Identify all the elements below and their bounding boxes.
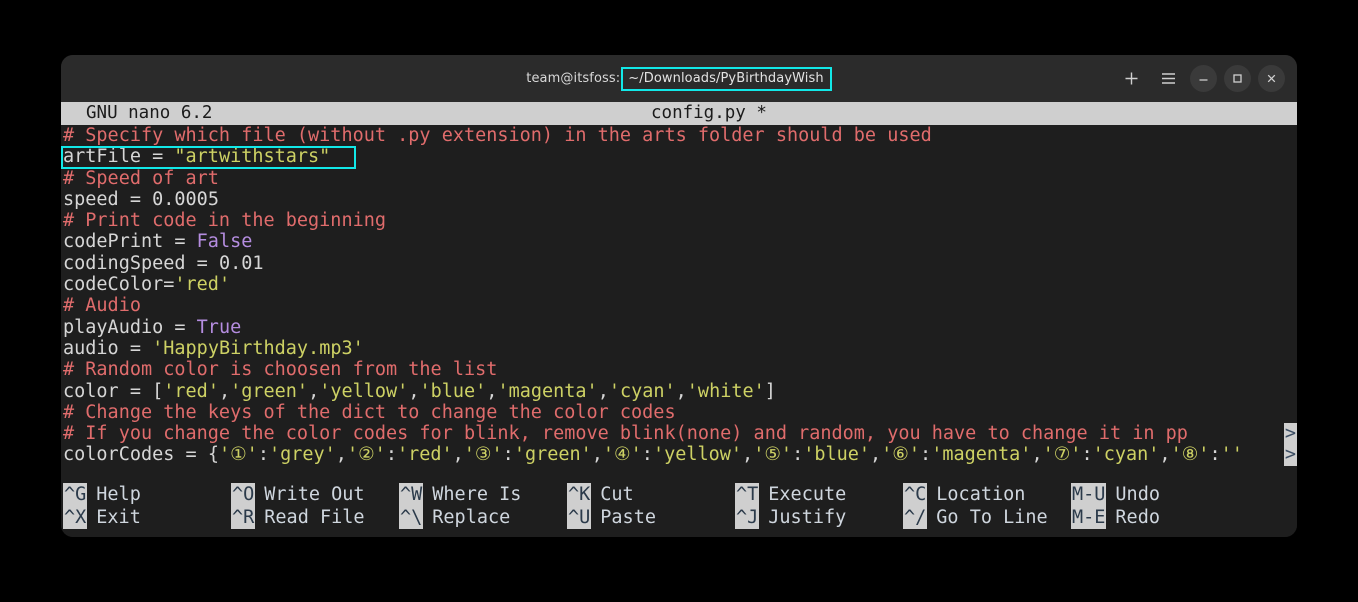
shortcut-key: ^O xyxy=(231,483,255,506)
shortcut-key: ^U xyxy=(567,506,591,529)
shortcut-read-file[interactable]: ^R Read File xyxy=(231,506,399,529)
shortcut-label: Help xyxy=(96,483,141,506)
shortcut-label: Redo xyxy=(1115,506,1160,529)
hamburger-menu-icon[interactable] xyxy=(1153,64,1183,94)
code-line[interactable]: # Change the keys of the dict to change … xyxy=(61,402,1297,423)
shortcut-location[interactable]: ^C Location xyxy=(903,483,1071,506)
shortcut-key: ^T xyxy=(735,483,759,506)
minimize-icon[interactable] xyxy=(1190,65,1217,92)
window-controls xyxy=(1116,55,1285,102)
editor-area[interactable]: # Specify which file (without .py extens… xyxy=(61,125,1297,481)
code-line[interactable]: # If you change the color codes for blin… xyxy=(61,423,1297,444)
nano-header-bar: GNU nano 6.2 config.py * xyxy=(61,102,1297,125)
window-titlebar: team@itsfoss: ~/Downloads/PyBirthdayWish xyxy=(61,55,1297,102)
code-line[interactable]: codingSpeed = 0.01 xyxy=(61,253,1297,274)
shortcut-label: Where Is xyxy=(432,483,521,506)
maximize-icon[interactable] xyxy=(1224,65,1251,92)
code-line[interactable]: playAudio = True xyxy=(61,317,1297,338)
nano-version-label: GNU nano 6.2 xyxy=(86,102,212,125)
terminal-window: team@itsfoss: ~/Downloads/PyBirthdayWish xyxy=(61,55,1297,537)
shortcut-key: ^W xyxy=(399,483,423,506)
code-line[interactable]: speed = 0.0005 xyxy=(61,189,1297,210)
shortcut-key: ^C xyxy=(903,483,927,506)
shortcut-key: ^J xyxy=(735,506,759,529)
shortcut-key: ^/ xyxy=(903,506,927,529)
nano-filename-label: config.py * xyxy=(651,102,767,125)
shortcut-label: Write Out xyxy=(264,483,364,506)
shortcut-label: Exit xyxy=(96,506,141,529)
code-line[interactable]: # Audio xyxy=(61,295,1297,316)
close-icon[interactable] xyxy=(1258,65,1285,92)
shortcut-key: ^G xyxy=(63,483,87,506)
shortcut-label: Read File xyxy=(264,506,364,529)
shortcut-paste[interactable]: ^U Paste xyxy=(567,506,735,529)
nano-shortcut-bar: ^G Help ^X Exit ^O Write Out ^R Read File ^W Wher… xyxy=(61,481,1297,537)
shortcut-label: Replace xyxy=(432,506,510,529)
shortcut-redo[interactable]: M-E Redo xyxy=(1071,506,1211,529)
window-title-path-highlight: ~/Downloads/PyBirthdayWish xyxy=(621,67,832,91)
shortcut-column: ^T Execute ^J Justify xyxy=(735,483,903,537)
shortcut-help[interactable]: ^G Help xyxy=(63,483,231,506)
code-line[interactable]: artFile = "artwithstars" xyxy=(61,146,1297,167)
shortcut-column: M-U Undo M-E Redo xyxy=(1071,483,1211,537)
code-line[interactable]: codeColor='red' xyxy=(61,274,1297,295)
shortcut-key: ^\ xyxy=(399,506,423,529)
shortcut-key: ^X xyxy=(63,506,87,529)
shortcut-column: ^C Location ^/ Go To Line xyxy=(903,483,1071,537)
shortcut-go-to-line[interactable]: ^/ Go To Line xyxy=(903,506,1071,529)
code-line[interactable]: # Print code in the beginning xyxy=(61,210,1297,231)
shortcut-label: Execute xyxy=(768,483,846,506)
shortcut-key: M-U xyxy=(1071,483,1106,506)
line-continuation-marker: > xyxy=(1284,444,1297,465)
code-line[interactable]: # Random color is choosen from the list xyxy=(61,359,1297,380)
window-title: team@itsfoss: ~/Downloads/PyBirthdayWish xyxy=(526,67,831,91)
shortcut-key: ^R xyxy=(231,506,255,529)
code-line[interactable]: audio = 'HappyBirthday.mp3' xyxy=(61,338,1297,359)
shortcut-column: ^W Where Is ^\ Replace xyxy=(399,483,567,537)
shortcut-key: ^K xyxy=(567,483,591,506)
code-line[interactable]: # Speed of art xyxy=(61,168,1297,189)
line-continuation-marker: > xyxy=(1284,423,1297,444)
window-title-user: team@itsfoss: xyxy=(526,71,620,86)
shortcut-label: Cut xyxy=(600,483,633,506)
shortcut-justify[interactable]: ^J Justify xyxy=(735,506,903,529)
shortcut-key: M-E xyxy=(1071,506,1106,529)
new-tab-icon[interactable] xyxy=(1116,64,1146,94)
code-line[interactable]: colorCodes = {'①':'grey','②':'red','③':'… xyxy=(61,444,1297,465)
shortcut-column: ^O Write Out ^R Read File xyxy=(231,483,399,537)
shortcut-where-is[interactable]: ^W Where Is xyxy=(399,483,567,506)
code-line[interactable]: codePrint = False xyxy=(61,231,1297,252)
shortcut-label: Undo xyxy=(1115,483,1160,506)
shortcut-column: ^G Help ^X Exit xyxy=(63,483,231,537)
code-line[interactable]: # Specify which file (without .py extens… xyxy=(61,125,1297,146)
shortcut-cut[interactable]: ^K Cut xyxy=(567,483,735,506)
shortcut-undo[interactable]: M-U Undo xyxy=(1071,483,1211,506)
shortcut-execute[interactable]: ^T Execute xyxy=(735,483,903,506)
code-lines[interactable]: # Specify which file (without .py extens… xyxy=(61,125,1297,466)
shortcut-replace[interactable]: ^\ Replace xyxy=(399,506,567,529)
code-line[interactable]: color = ['red','green','yellow','blue','… xyxy=(61,381,1297,402)
shortcut-column: ^K Cut ^U Paste xyxy=(567,483,735,537)
shortcut-exit[interactable]: ^X Exit xyxy=(63,506,231,529)
shortcut-label: Paste xyxy=(600,506,656,529)
shortcut-label: Location xyxy=(936,483,1025,506)
shortcut-label: Justify xyxy=(768,506,846,529)
shortcut-label: Go To Line xyxy=(936,506,1047,529)
shortcut-write-out[interactable]: ^O Write Out xyxy=(231,483,399,506)
